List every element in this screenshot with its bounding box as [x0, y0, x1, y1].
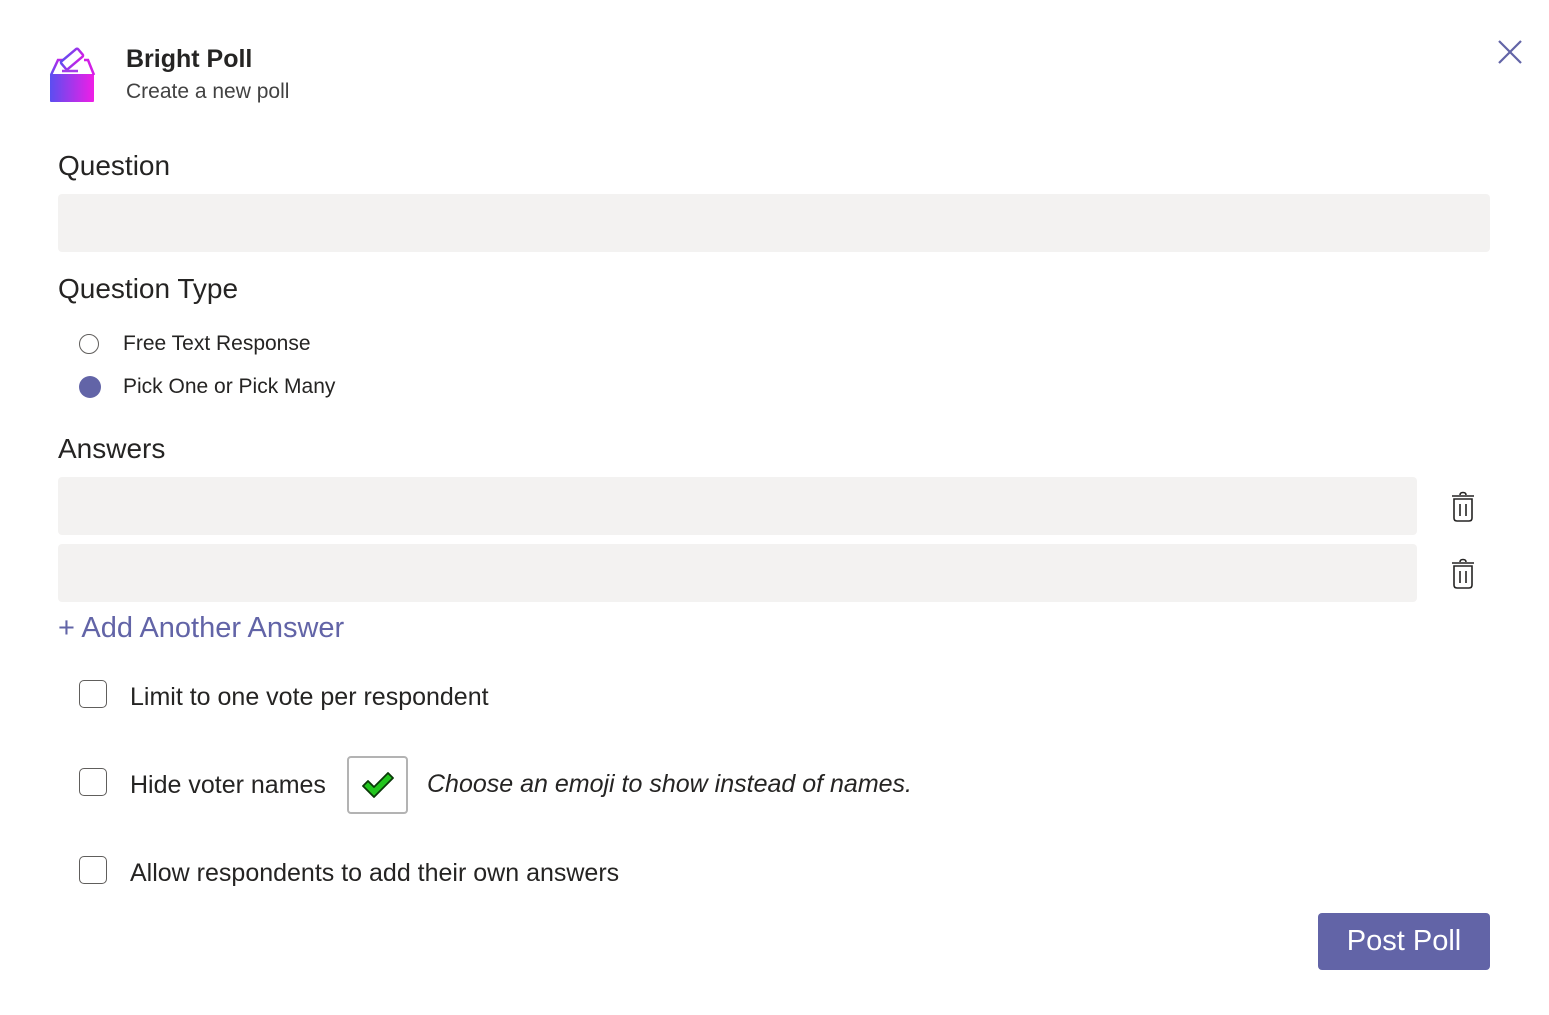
close-button[interactable]: [1494, 36, 1526, 68]
trash-icon: [1452, 491, 1474, 522]
post-poll-button[interactable]: Post Poll: [1318, 913, 1490, 970]
answer-input[interactable]: [58, 477, 1417, 535]
radio-label: Free Text Response: [123, 332, 311, 355]
check-mark-emoji-icon: [361, 772, 394, 798]
add-another-answer-link[interactable]: + Add Another Answer: [58, 612, 344, 645]
app-subtitle: Create a new poll: [126, 80, 290, 103]
hide-voter-names-checkbox[interactable]: [79, 768, 107, 796]
question-input[interactable]: [58, 194, 1490, 252]
limit-one-vote-checkbox[interactable]: [79, 680, 107, 708]
emoji-picker-button[interactable]: [347, 756, 408, 814]
radio-button[interactable]: [79, 334, 99, 354]
ballot-box-icon: [48, 42, 98, 104]
answers-label: Answers: [58, 433, 166, 464]
allow-own-answers-label: Allow respondents to add their own answe…: [130, 859, 620, 887]
question-type-label: Question Type: [58, 273, 239, 304]
limit-one-vote-label: Limit to one vote per respondent: [130, 683, 489, 711]
hide-voter-names-label: Hide voter names: [130, 771, 326, 799]
question-label: Question: [58, 150, 171, 181]
radio-button-selected[interactable]: [79, 376, 101, 398]
app-title: Bright Poll: [126, 45, 253, 73]
delete-answer-button[interactable]: [1450, 558, 1476, 590]
trash-icon: [1452, 558, 1474, 589]
close-icon: [1498, 40, 1522, 64]
delete-answer-button[interactable]: [1450, 491, 1476, 523]
radio-free-text-response[interactable]: Free Text Response: [79, 332, 311, 356]
emoji-hint-text: Choose an emoji to show instead of names…: [427, 770, 912, 798]
radio-label: Pick One or Pick Many: [123, 375, 336, 398]
answer-input[interactable]: [58, 544, 1417, 602]
radio-pick-one-or-pick-many[interactable]: Pick One or Pick Many: [79, 375, 335, 399]
allow-own-answers-checkbox[interactable]: [79, 856, 107, 884]
